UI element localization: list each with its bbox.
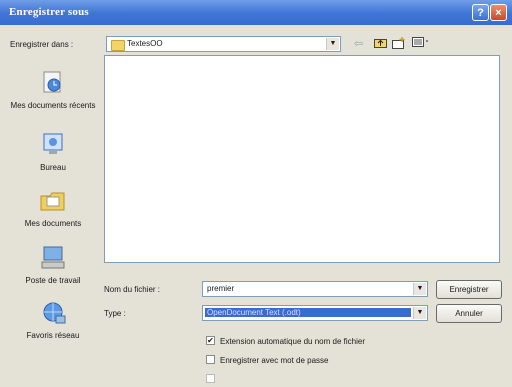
place-label: Mes documents — [24, 219, 82, 228]
recent-documents-icon — [43, 71, 61, 93]
place-label: Poste de travail — [25, 276, 81, 285]
window-title: Enregistrer sous — [9, 6, 89, 18]
save-as-dialog: Enregistrer sous ? × Enregistrer dans : … — [0, 0, 512, 387]
filename-value: premier — [207, 284, 235, 293]
type-value: OpenDocument Text (.odt) — [205, 308, 411, 317]
view-menu-icon[interactable] — [412, 37, 430, 51]
up-folder-icon[interactable] — [374, 37, 387, 51]
auto-extension-label: Extension automatique du nom de fichier — [220, 337, 365, 346]
filename-label: Nom du fichier : — [104, 285, 161, 294]
network-places-icon — [43, 302, 66, 324]
folder-icon — [111, 40, 125, 51]
save-in-label: Enregistrer dans : — [10, 40, 74, 49]
title-bar[interactable]: Enregistrer sous ? × — [0, 0, 512, 25]
type-label: Type : — [104, 309, 126, 318]
help-button[interactable]: ? — [472, 4, 489, 21]
filename-input[interactable]: premier ▼ — [202, 281, 428, 297]
place-network-places[interactable]: Favoris réseau — [8, 300, 98, 340]
cancel-button[interactable]: Annuler — [436, 304, 502, 323]
my-documents-icon — [40, 192, 65, 211]
file-list[interactable] — [104, 55, 500, 263]
place-recent-documents[interactable]: Mes documents récents — [8, 70, 98, 110]
type-dropdown[interactable]: OpenDocument Text (.odt) ▼ — [202, 305, 428, 321]
place-my-computer[interactable]: Poste de travail — [8, 245, 98, 285]
save-button[interactable]: Enregistrer — [436, 280, 502, 299]
save-in-value: TextesOO — [127, 39, 163, 48]
close-button[interactable]: × — [490, 4, 507, 21]
password-label: Enregistrer avec mot de passe — [220, 356, 329, 365]
desktop-icon — [43, 133, 63, 154]
chevron-down-icon[interactable]: ▼ — [413, 283, 426, 295]
auto-extension-checkbox[interactable]: ✔ — [206, 336, 215, 345]
new-folder-icon[interactable] — [392, 37, 406, 52]
password-checkbox[interactable] — [206, 355, 215, 364]
places-bar: Mes documents récents Bureau Mes documen… — [8, 60, 98, 360]
place-label: Mes documents récents — [10, 101, 96, 110]
chevron-down-icon[interactable]: ▼ — [413, 307, 426, 319]
place-label: Bureau — [40, 163, 66, 172]
filter-settings-checkbox — [206, 374, 215, 383]
place-my-documents[interactable]: Mes documents — [8, 188, 98, 228]
back-icon[interactable]: ⇦ — [354, 37, 363, 50]
my-computer-icon — [41, 246, 65, 269]
place-label: Favoris réseau — [26, 331, 80, 340]
chevron-down-icon[interactable]: ▼ — [326, 38, 339, 50]
place-desktop[interactable]: Bureau — [8, 132, 98, 172]
save-in-dropdown[interactable]: TextesOO ▼ — [106, 36, 341, 52]
